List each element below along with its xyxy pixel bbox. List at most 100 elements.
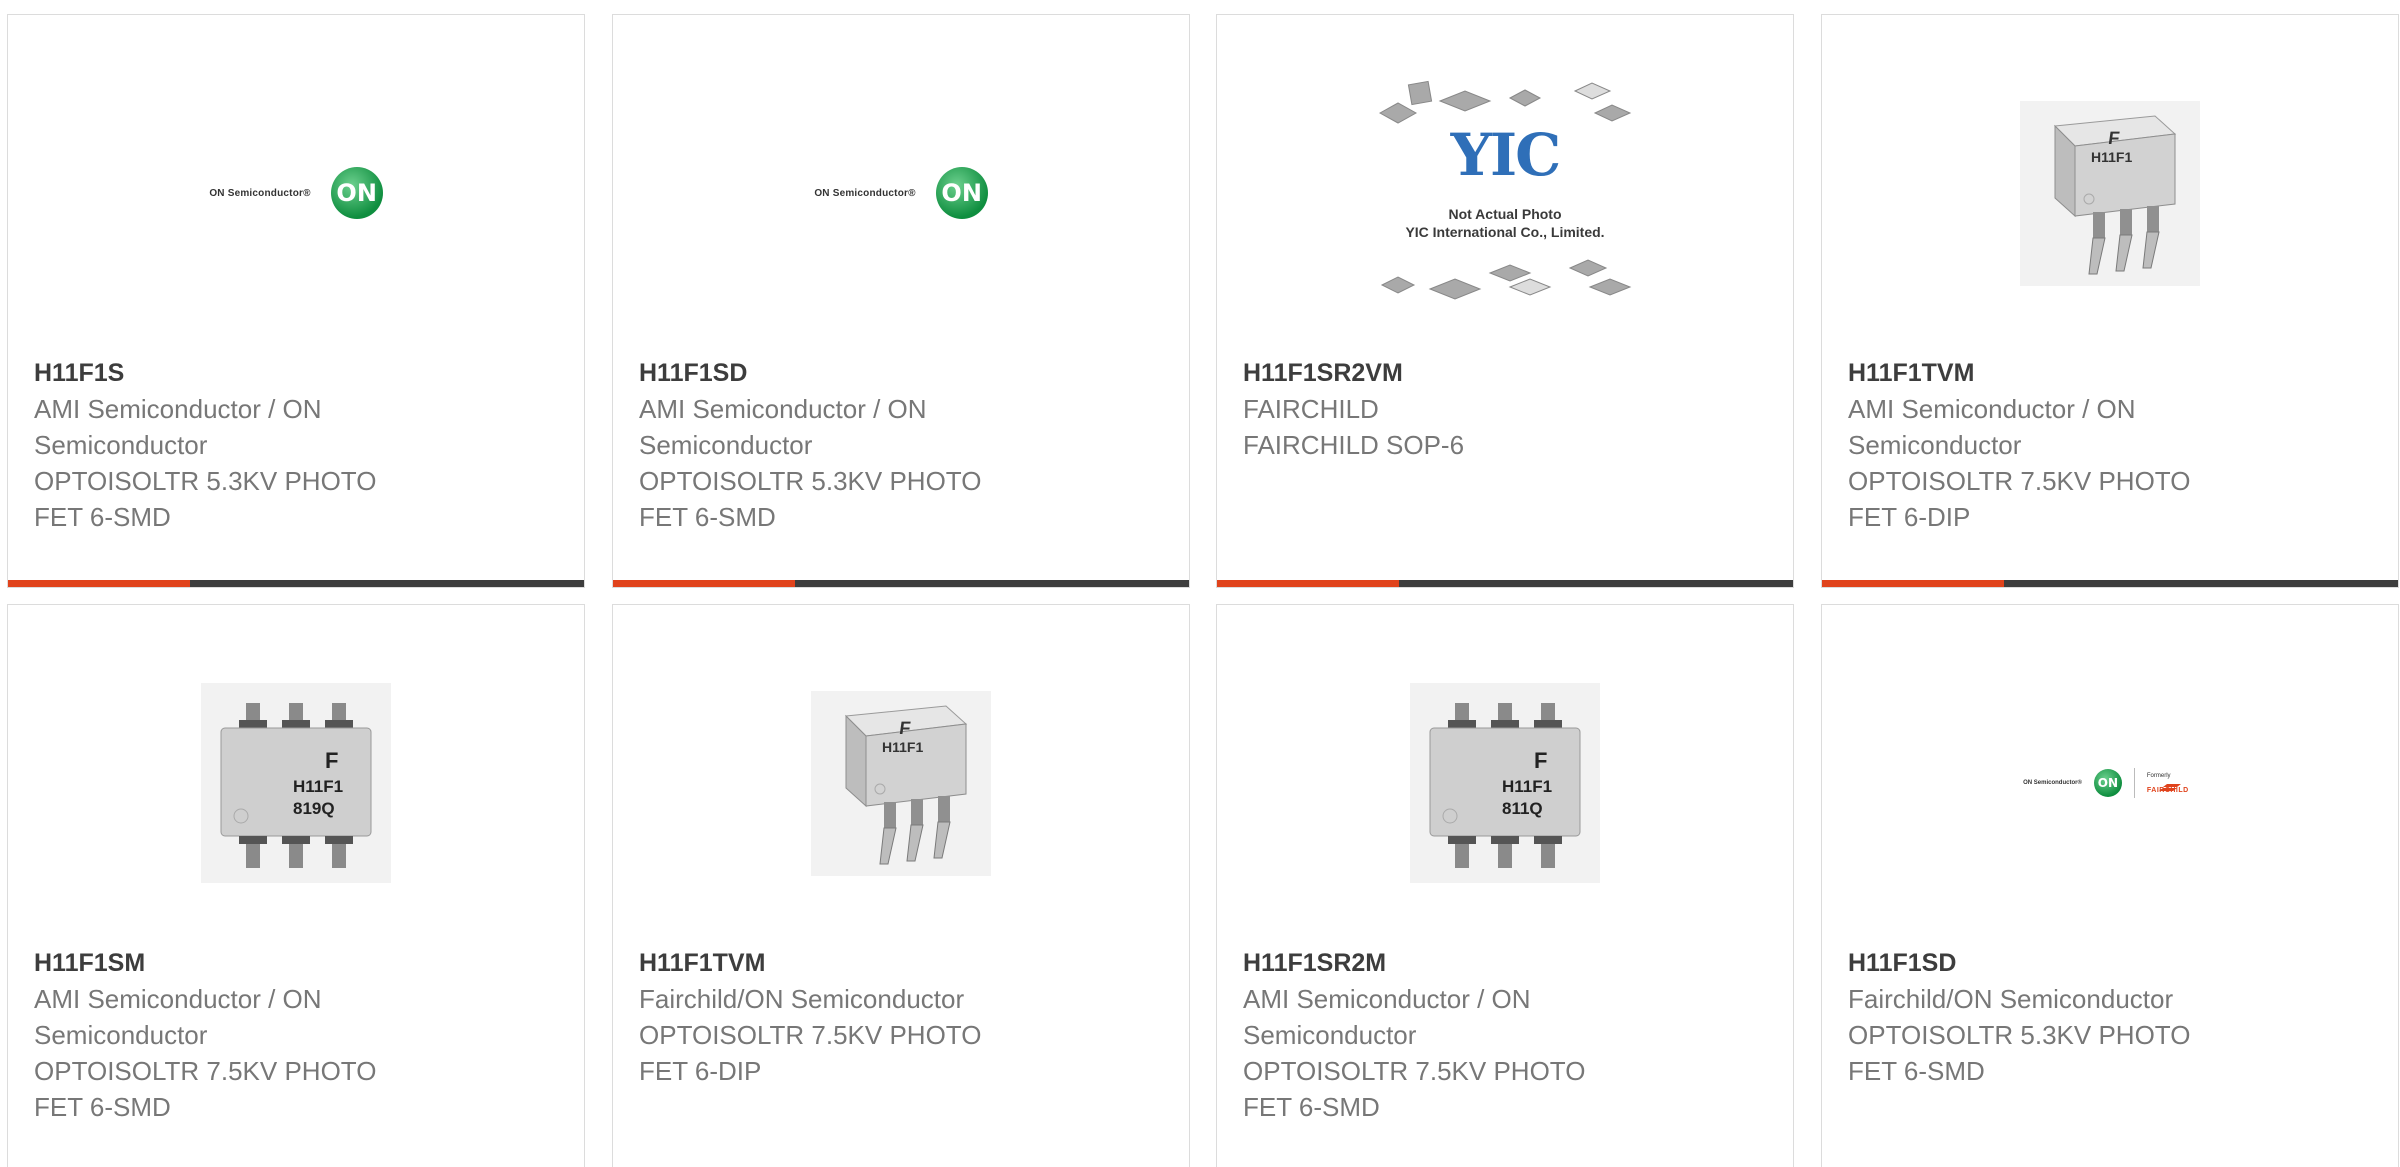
package-thumbnails-icon bbox=[1378, 80, 1632, 300]
product-info: H11F1SD Fairchild/ON Semiconductor OPTOISO… bbox=[1848, 945, 2378, 1089]
part-number-link[interactable]: H11F1SM bbox=[34, 945, 564, 981]
chip-date-code: 819Q bbox=[293, 799, 335, 818]
product-detail-line: Semiconductor bbox=[1848, 430, 2022, 460]
product-image[interactable]: ON Semiconductor® ON Formerly FAIRCHILD bbox=[1822, 657, 2398, 909]
smd-chip-icon: F H11F1 811Q bbox=[1429, 703, 1581, 868]
product-detail-line: OPTOISOLTR 5.3KV PHOTO bbox=[1848, 1020, 2191, 1050]
product-image[interactable]: ON Semiconductor® ON bbox=[8, 67, 584, 319]
product-detail-line: Semiconductor bbox=[639, 430, 813, 460]
product-card[interactable]: ON Semiconductor® ON Formerly FAIRCHILD … bbox=[1821, 604, 2399, 1167]
product-grid: ON Semiconductor® ON H11F1S AMI Semicondu… bbox=[7, 14, 2400, 1167]
part-number-link[interactable]: H11F1SD bbox=[1848, 945, 2378, 981]
fairchild-logo: Formerly FAIRCHILD bbox=[2147, 773, 2197, 794]
product-detail-line: Fairchild/ON Semiconductor bbox=[639, 984, 965, 1014]
product-image[interactable]: F H11F1 bbox=[1822, 67, 2398, 319]
chip-part-mark: H11F1 bbox=[2091, 149, 2132, 165]
product-image[interactable]: F H11F1 819Q bbox=[8, 657, 584, 909]
not-actual-photo-label: Not Actual Photo bbox=[1448, 206, 1562, 222]
product-info: H11F1S AMI Semiconductor / ON Semiconducto… bbox=[34, 355, 564, 535]
product-detail-line: AMI Semiconductor / ON bbox=[1848, 394, 2136, 424]
product-photo: F H11F1 819Q bbox=[201, 683, 391, 883]
on-semiconductor-logo-mark: ON bbox=[330, 167, 383, 219]
product-detail-line: FET 6-DIP bbox=[639, 1056, 762, 1086]
fairchild-logo-mark bbox=[2147, 779, 2197, 791]
chip-part-mark: H11F1 bbox=[882, 739, 923, 755]
product-card[interactable]: YIC Not Actual Photo YIC International C… bbox=[1216, 14, 1794, 588]
product-card[interactable]: F H11F1 811Q H11F1SR2M AMI Semiconductor … bbox=[1216, 604, 1794, 1167]
part-number-link[interactable]: H11F1SR2VM bbox=[1243, 355, 1773, 391]
product-info: H11F1SD AMI Semiconductor / ON Semiconduct… bbox=[639, 355, 1169, 535]
card-bottom-bar bbox=[8, 580, 584, 587]
chip-brand-glyph: F bbox=[1534, 748, 1547, 773]
on-semiconductor-logo-text: ON Semiconductor® bbox=[814, 187, 916, 199]
product-info: H11F1TVM Fairchild/ON Semiconductor OPTOIS… bbox=[639, 945, 1169, 1089]
dip-chip-icon: F H11F1 bbox=[2053, 114, 2177, 274]
product-photo: F H11F1 bbox=[2020, 100, 2200, 286]
chip-date-code: 811Q bbox=[1502, 799, 1543, 818]
on-semiconductor-logo-text: ON Semiconductor® bbox=[2023, 780, 2082, 786]
product-detail-line: FAIRCHILD SOP-6 bbox=[1243, 430, 1465, 460]
card-accent-bar bbox=[613, 580, 795, 587]
yic-placeholder-image: YIC Not Actual Photo YIC International C… bbox=[1370, 73, 1640, 313]
product-detail-line: OPTOISOLTR 7.5KV PHOTO bbox=[34, 1056, 377, 1086]
on-semiconductor-logo: ON Semiconductor® ON bbox=[209, 167, 383, 219]
product-info: H11F1TVM AMI Semiconductor / ON Semiconduc… bbox=[1848, 355, 2378, 535]
product-image[interactable]: ON Semiconductor® ON bbox=[613, 67, 1189, 319]
product-image[interactable]: F H11F1 bbox=[613, 657, 1189, 909]
product-detail-line: FET 6-SMD bbox=[34, 1092, 171, 1122]
product-image[interactable]: YIC Not Actual Photo YIC International C… bbox=[1217, 67, 1793, 319]
product-detail-line: OPTOISOLTR 5.3KV PHOTO bbox=[34, 466, 377, 496]
dip-chip-icon: F H11F1 bbox=[844, 704, 968, 864]
product-detail-line: Semiconductor bbox=[1243, 1020, 1417, 1050]
product-detail-line: FET 6-SMD bbox=[639, 502, 776, 532]
card-accent-bar bbox=[1822, 580, 2004, 587]
product-image[interactable]: F H11F1 811Q bbox=[1217, 657, 1793, 909]
product-photo: F H11F1 bbox=[811, 690, 991, 876]
on-semiconductor-logo-mark: ON bbox=[2093, 769, 2122, 797]
on-semiconductor-logo-text: ON Semiconductor® bbox=[209, 187, 311, 199]
product-detail-line: OPTOISOLTR 7.5KV PHOTO bbox=[1848, 466, 2191, 496]
yic-mark: YIC bbox=[1450, 121, 1562, 189]
product-info: H11F1SR2VM FAIRCHILD FAIRCHILD SOP-6 bbox=[1243, 355, 1773, 463]
part-number-link[interactable]: H11F1SD bbox=[639, 355, 1169, 391]
yic-company-label: YIC International Co., Limited. bbox=[1405, 224, 1605, 240]
product-info: H11F1SR2M AMI Semiconductor / ON Semicondu… bbox=[1243, 945, 1773, 1125]
product-detail-line: FET 6-SMD bbox=[1243, 1092, 1380, 1122]
product-card[interactable]: ON Semiconductor® ON H11F1SD AMI Semicond… bbox=[612, 14, 1190, 588]
product-photo: F H11F1 811Q bbox=[1410, 683, 1600, 883]
product-detail-line: FAIRCHILD bbox=[1243, 394, 1379, 424]
smd-chip-icon: F H11F1 819Q bbox=[220, 703, 372, 868]
card-accent-bar bbox=[1217, 580, 1399, 587]
product-detail-line: AMI Semiconductor / ON bbox=[34, 984, 322, 1014]
logo-divider bbox=[2133, 768, 2135, 798]
product-detail-line: AMI Semiconductor / ON bbox=[34, 394, 322, 424]
product-card[interactable]: F H11F1 819Q H11F1SM AMI Semiconductor / … bbox=[7, 604, 585, 1167]
on-semiconductor-logo-mark: ON bbox=[935, 167, 988, 219]
card-bottom-bar bbox=[1822, 580, 2398, 587]
product-detail-line: AMI Semiconductor / ON bbox=[639, 394, 927, 424]
part-number-link[interactable]: H11F1S bbox=[34, 355, 564, 391]
product-detail-line: OPTOISOLTR 7.5KV PHOTO bbox=[1243, 1056, 1586, 1086]
on-fairchild-logo: ON Semiconductor® ON Formerly FAIRCHILD bbox=[2023, 768, 2197, 798]
part-number-link[interactable]: H11F1SR2M bbox=[1243, 945, 1773, 981]
part-number-link[interactable]: H11F1TVM bbox=[639, 945, 1169, 981]
product-info: H11F1SM AMI Semiconductor / ON Semiconduct… bbox=[34, 945, 564, 1125]
product-card[interactable]: F H11F1 H11F1TVM AMI Semiconductor / ON Se… bbox=[1821, 14, 2399, 588]
product-detail-line: FET 6-DIP bbox=[1848, 502, 1971, 532]
on-semiconductor-logo: ON Semiconductor® ON bbox=[814, 167, 988, 219]
chip-part-mark: H11F1 bbox=[293, 777, 343, 796]
product-detail-line: AMI Semiconductor / ON bbox=[1243, 984, 1531, 1014]
product-detail-line: Semiconductor bbox=[34, 430, 208, 460]
card-accent-bar bbox=[8, 580, 190, 587]
product-detail-line: Fairchild/ON Semiconductor bbox=[1848, 984, 2174, 1014]
product-detail-line: FET 6-SMD bbox=[1848, 1056, 1985, 1086]
product-card[interactable]: ON Semiconductor® ON H11F1S AMI Semicondu… bbox=[7, 14, 585, 588]
product-detail-line: OPTOISOLTR 7.5KV PHOTO bbox=[639, 1020, 982, 1050]
card-bottom-bar bbox=[613, 580, 1189, 587]
product-detail-line: FET 6-SMD bbox=[34, 502, 171, 532]
product-card[interactable]: F H11F1 H11F1TVM Fairchild/ON Semiconduct… bbox=[612, 604, 1190, 1167]
product-detail-line: Semiconductor bbox=[34, 1020, 208, 1050]
chip-part-mark: H11F1 bbox=[1502, 777, 1552, 796]
card-bottom-bar bbox=[1217, 580, 1793, 587]
part-number-link[interactable]: H11F1TVM bbox=[1848, 355, 2378, 391]
